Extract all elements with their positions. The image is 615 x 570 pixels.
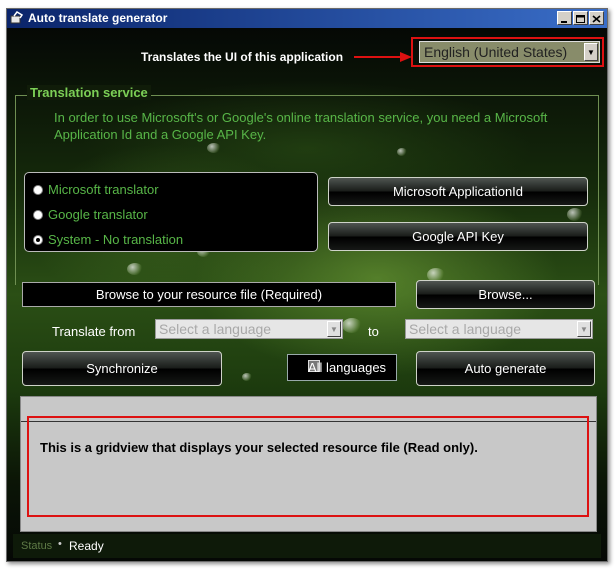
maximize-button[interactable] (573, 11, 588, 25)
ui-language-value: English (United States) (424, 44, 568, 60)
translation-service-legend: Translation service (27, 85, 151, 100)
resource-file-field[interactable]: Browse to your resource file (Required) (22, 282, 396, 307)
status-separator: • (58, 538, 62, 550)
title-bar[interactable]: Auto translate generator (7, 9, 607, 28)
close-button[interactable] (589, 11, 604, 25)
all-languages-toggle[interactable]: All languages (287, 354, 397, 381)
translate-from-label: Translate from (52, 324, 136, 339)
gridview-annotation-box (27, 416, 589, 517)
radio-label: Google translator (48, 207, 148, 222)
translation-service-description: In order to use Microsoft's or Google's … (54, 110, 548, 142)
google-api-key-button[interactable]: Google API Key (328, 222, 588, 251)
browse-button[interactable]: Browse... (416, 280, 595, 309)
app-window: Auto translate generator Translates the … (6, 8, 608, 562)
translate-from-placeholder: Select a language (159, 321, 272, 337)
radio-label: Microsoft translator (48, 182, 159, 197)
window-title: Auto translate generator (28, 11, 168, 25)
radio-button[interactable] (33, 210, 43, 220)
app-icon (10, 11, 24, 24)
translation-service-options: Microsoft translator Google translator S… (24, 172, 318, 252)
auto-generate-button[interactable]: Auto generate (416, 351, 595, 386)
minimize-icon (561, 21, 567, 23)
chevron-down-icon[interactable]: ▼ (577, 321, 591, 337)
ui-language-select[interactable]: English (United States) ▼ (419, 41, 600, 63)
gridview-annotation-text: This is a gridview that displays your se… (40, 440, 478, 455)
arrow-icon (354, 52, 412, 62)
main-panel: Translates the UI of this application En… (7, 28, 607, 561)
close-icon (592, 15, 601, 23)
maximize-icon (576, 15, 585, 23)
to-label: to (368, 324, 379, 339)
radio-button[interactable] (33, 235, 43, 245)
ui-language-caption: Translates the UI of this application (141, 50, 344, 64)
chevron-down-icon[interactable]: ▼ (584, 43, 598, 61)
translate-to-placeholder: Select a language (409, 321, 522, 337)
all-languages-label: All languages (308, 360, 387, 375)
chevron-down-icon[interactable]: ▼ (327, 321, 341, 337)
status-text: Ready (69, 539, 104, 553)
minimize-button[interactable] (557, 11, 572, 25)
translate-to-select[interactable]: Select a language ▼ (405, 319, 593, 339)
synchronize-button[interactable]: Synchronize (22, 351, 222, 386)
status-bar: Status • Ready (13, 534, 601, 558)
status-label: Status (21, 540, 53, 552)
translate-from-select[interactable]: Select a language ▼ (155, 319, 343, 339)
radio-button[interactable] (33, 185, 43, 195)
microsoft-applicationid-button[interactable]: Microsoft ApplicationId (328, 177, 588, 206)
radio-label: System - No translation (48, 232, 184, 247)
